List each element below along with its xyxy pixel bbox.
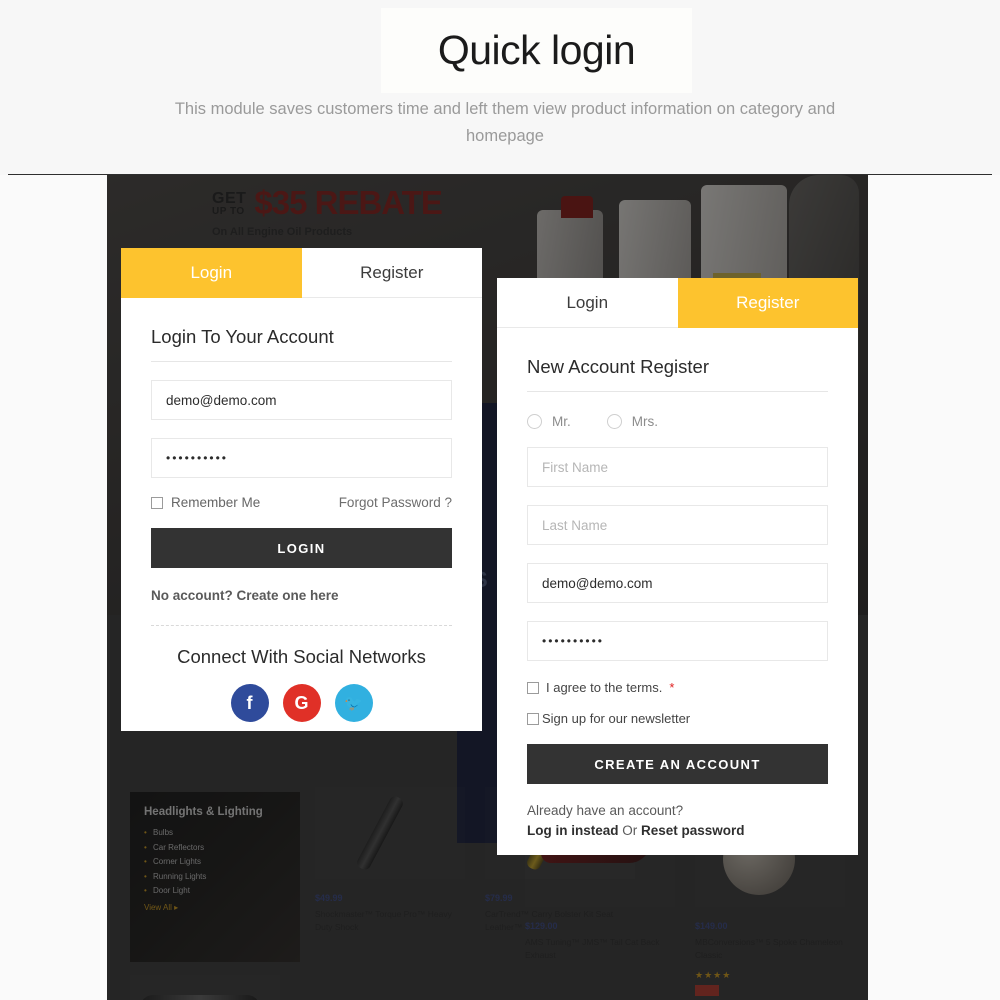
- product-image: [315, 787, 465, 879]
- product-price: $149.00: [695, 921, 728, 931]
- register-panel-body: New Account Register Mr. Mrs. I agree to…: [497, 328, 858, 838]
- hero-amount: $35 REBATE: [254, 184, 442, 221]
- login-email-input[interactable]: [151, 380, 452, 420]
- login-modal-tabs: Login Register: [121, 248, 482, 298]
- hero-subtext: On All Engine Oil Products: [212, 226, 353, 238]
- category-list-item[interactable]: Door Light: [144, 886, 300, 895]
- log-in-instead-link[interactable]: Log in instead: [527, 823, 619, 838]
- category-card-title: Headlights & Lighting: [144, 806, 263, 818]
- social-buttons-row: f G 🐦: [151, 684, 452, 722]
- google-glyph: G: [294, 692, 309, 713]
- already-have-account-text: Already have an account?: [527, 803, 684, 818]
- reset-password-link[interactable]: Reset password: [641, 823, 745, 838]
- login-options-row: Remember Me Forgot Password ?: [151, 495, 452, 510]
- radio-mr-icon[interactable]: [527, 414, 542, 429]
- sale-badge: [695, 985, 719, 996]
- page-title-box: Quick login: [381, 8, 692, 93]
- category-list-item[interactable]: Bulbs: [144, 828, 300, 837]
- gender-label-mrs: Mrs.: [631, 414, 658, 429]
- register-heading: New Account Register: [527, 356, 710, 377]
- category-list-item[interactable]: Corner Lights: [144, 857, 300, 866]
- login-heading-rule: [151, 361, 452, 362]
- category-list-item[interactable]: Car Reflectors: [144, 843, 300, 852]
- remember-me-label: Remember Me: [171, 495, 261, 510]
- first-name-input[interactable]: [527, 447, 828, 487]
- product-image: [130, 975, 280, 1000]
- login-modal: Login Register Login To Your Account Rem…: [121, 248, 482, 731]
- tab-login[interactable]: Login: [497, 278, 678, 328]
- create-account-link[interactable]: No account? Create one here: [151, 588, 452, 603]
- register-password-input[interactable]: [527, 621, 828, 661]
- page-subtitle: This module saves customers time and lef…: [174, 100, 836, 145]
- radio-mrs-icon[interactable]: [606, 414, 622, 429]
- login-submit-button[interactable]: LOGIN: [151, 528, 452, 568]
- tab-register[interactable]: Register: [677, 278, 858, 328]
- register-footer-links: Log in instead Or Reset password: [527, 823, 828, 838]
- page-root: Quick login This module saves customers …: [0, 0, 1000, 1000]
- gender-radio-group: Mr. Mrs.: [527, 414, 828, 429]
- google-icon[interactable]: G: [282, 684, 321, 722]
- product-name: Shockmaster™ Torque Pro™ Heavy Duty Shoc…: [315, 909, 452, 932]
- product-rating: ★★★★: [695, 970, 732, 980]
- page-header: Quick login This module saves customers …: [0, 0, 1000, 175]
- register-heading-rule: [527, 391, 828, 392]
- login-password-input[interactable]: [151, 438, 452, 478]
- checkbox-box-icon: [527, 712, 539, 725]
- product-name: MBConversions™ 5 Spoke Chameleon Classic: [695, 937, 843, 960]
- social-networks-title: Connect With Social Networks: [177, 646, 426, 667]
- last-name-input[interactable]: [527, 505, 828, 545]
- twitter-glyph: 🐦: [344, 695, 363, 712]
- product-card[interactable]: $89.00: [130, 975, 280, 1000]
- remember-me-checkbox[interactable]: Remember Me: [151, 495, 260, 510]
- category-card-headlights[interactable]: Headlights & Lighting Bulbs Car Reflecto…: [130, 792, 300, 962]
- product-card[interactable]: $49.99 Shockmaster™ Torque Pro™ Heavy Du…: [315, 787, 465, 934]
- login-heading: Login To Your Account: [151, 326, 334, 347]
- page-title: Quick login: [437, 27, 636, 73]
- register-email-input[interactable]: [527, 563, 828, 603]
- terms-label: I agree to the terms.: [546, 680, 663, 695]
- category-view-all-label: View All: [144, 903, 172, 912]
- required-asterisk: *: [669, 680, 675, 695]
- gender-label-mr: Mr.: [552, 414, 571, 429]
- login-panel-body: Login To Your Account Remember Me Forgot…: [121, 298, 482, 722]
- or-text: Or: [618, 823, 642, 838]
- product-name: AMS Tuning™ JMS™ Tail Cat Back Exhaust: [525, 937, 660, 960]
- register-modal-tabs: Login Register: [497, 278, 858, 328]
- checkbox-box-icon: [527, 681, 539, 694]
- checkbox-box-icon: [151, 496, 163, 509]
- section-divider: [151, 625, 452, 626]
- facebook-icon[interactable]: f: [230, 684, 269, 722]
- hero-get-label: GET: [212, 190, 247, 207]
- twitter-icon[interactable]: 🐦: [334, 684, 373, 722]
- newsletter-label: Sign up for our newsletter: [542, 711, 691, 726]
- terms-checkbox[interactable]: I agree to the terms. *: [527, 680, 828, 695]
- newsletter-checkbox[interactable]: Sign up for our newsletter: [527, 711, 828, 726]
- register-modal: Login Register New Account Register Mr. …: [497, 278, 858, 855]
- tab-register[interactable]: Register: [301, 248, 482, 298]
- create-account-button[interactable]: CREATE AN ACCOUNT: [527, 744, 828, 784]
- product-price: $129.00: [525, 921, 558, 931]
- product-price: $49.99: [315, 893, 343, 903]
- hero-upto-label: UP TO: [212, 206, 245, 217]
- forgot-password-link[interactable]: Forgot Password ?: [339, 495, 452, 510]
- tab-login[interactable]: Login: [121, 248, 302, 298]
- category-list-item[interactable]: Running Lights: [144, 872, 300, 881]
- category-view-all-link[interactable]: View All ▸: [144, 903, 300, 912]
- facebook-glyph: f: [246, 692, 253, 713]
